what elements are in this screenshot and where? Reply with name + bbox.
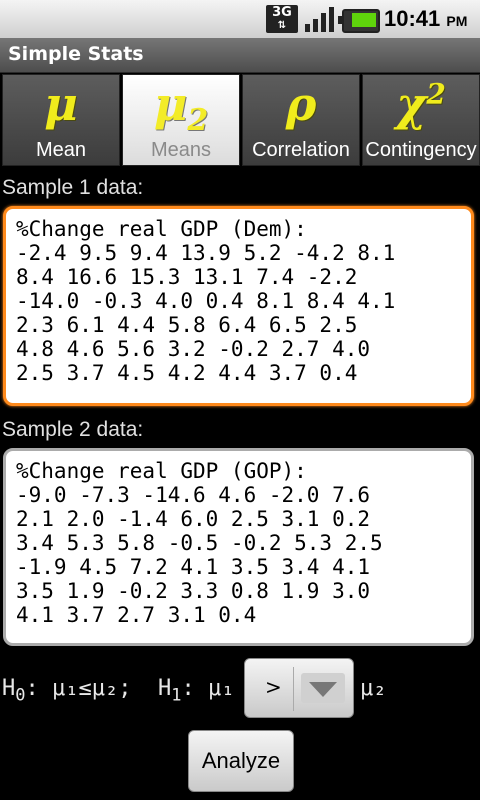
battery-icon <box>338 9 380 33</box>
operator-dropdown[interactable]: > <box>244 658 354 718</box>
analyze-button[interactable]: Analyze <box>188 730 294 792</box>
sample1-label: Sample 1 data: <box>2 176 144 199</box>
app-title: Simple Stats <box>8 43 144 65</box>
rho-icon: ρ <box>285 77 317 131</box>
app-title-bar: Simple Stats <box>0 38 480 73</box>
mu-icon: μ <box>44 77 78 131</box>
alt-hypothesis-rhs: μ₂ <box>360 676 387 701</box>
chi-squared-icon: χ2 <box>396 77 446 131</box>
sample1-text[interactable]: %Change real GDP (Dem): -2.4 9.5 9.4 13.… <box>6 209 471 393</box>
operator-value: > <box>265 675 282 699</box>
tab-correlation[interactable]: ρ Correlation <box>242 74 360 166</box>
network-3g-icon: 3G ⇅ <box>266 5 298 33</box>
chevron-down-icon <box>301 673 345 703</box>
tab-contingency[interactable]: χ2 Contingency <box>362 74 480 166</box>
tab-bar: μ Mean μ2 Means ρ Correlation χ2 Conting… <box>0 74 480 168</box>
status-bar: 3G ⇅ 10:41 PM <box>0 0 480 38</box>
sample2-text[interactable]: %Change real GDP (GOP): -9.0 -7.3 -14.6 … <box>6 451 471 635</box>
mu-two-icon: μ2 <box>153 77 209 139</box>
alt-hypothesis-lhs: H1: μ₁ <box>158 676 235 706</box>
null-hypothesis: H0: μ₁≤μ₂; <box>2 676 132 706</box>
tab-means[interactable]: μ2 Means <box>122 74 240 166</box>
sample2-label: Sample 2 data: <box>2 418 144 441</box>
signal-strength-icon <box>305 7 334 32</box>
clock: 10:41 PM <box>384 6 468 31</box>
sample1-input[interactable]: %Change real GDP (Dem): -2.4 9.5 9.4 13.… <box>3 206 474 406</box>
tab-mean[interactable]: μ Mean <box>2 74 120 166</box>
sample2-input[interactable]: %Change real GDP (GOP): -9.0 -7.3 -14.6 … <box>3 448 474 646</box>
